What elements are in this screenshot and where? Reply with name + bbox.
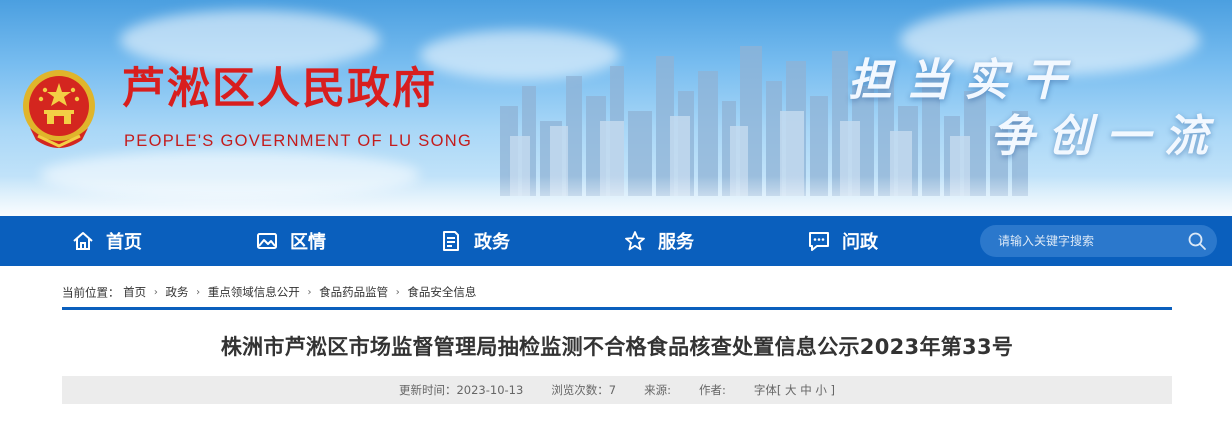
chat-icon [809, 232, 829, 251]
site-subtitle: PEOPLE'S GOVERNMENT OF LU SONG [124, 132, 473, 150]
font-size-controls: 字体[ 大 中 小 ] [754, 382, 835, 398]
chevron-right-icon: › [307, 287, 312, 298]
nav-item-district[interactable]: 区情 [256, 216, 326, 266]
author-label: 作者: [699, 383, 726, 397]
chevron-right-icon: › [153, 287, 158, 298]
nav-item-label: 首页 [106, 232, 142, 253]
search-icon[interactable] [1187, 231, 1207, 251]
font-size-large-button[interactable]: 大 [785, 383, 797, 397]
slogan-line-1: 担当实干 [848, 55, 1080, 106]
nav-item-services[interactable]: 服务 [624, 216, 694, 266]
chevron-right-icon: › [196, 287, 201, 298]
home-icon [73, 232, 93, 250]
font-size-medium-button[interactable]: 中 [800, 383, 812, 397]
article-meta-bar: 更新时间：2023-10-13 浏览次数：7 来源: 作者: 字体[ 大 中 小… [62, 376, 1172, 404]
breadcrumb-link-home[interactable]: 首页 [123, 285, 146, 299]
view-count: 浏览次数：7 [551, 383, 617, 397]
nav-item-label: 服务 [658, 232, 694, 253]
slogan-line-2: 争创一流 [990, 111, 1222, 162]
breadcrumb-prefix: 当前位置： [62, 285, 120, 300]
national-emblem-icon [23, 70, 95, 148]
breadcrumb: 当前位置： 首页 › 政务 › 重点领域信息公开 › 食品药品监管 › 食品安全… [62, 284, 476, 301]
river-haze [0, 176, 1232, 216]
nav-item-label: 政务 [474, 232, 510, 253]
site-title: 芦淞区人民政府 [122, 64, 437, 114]
update-time: 更新时间：2023-10-13 [398, 383, 524, 397]
nav-item-label: 问政 [842, 232, 878, 253]
breadcrumb-link-food-drug[interactable]: 食品药品监管 [319, 285, 388, 299]
main-navbar: 首页 区情 政务 服务 问政 [0, 216, 1232, 266]
chevron-right-icon: › [395, 287, 400, 298]
picture-icon [257, 233, 277, 249]
cloud [120, 10, 380, 70]
breadcrumb-link-affairs[interactable]: 政务 [165, 285, 188, 299]
search-box [980, 225, 1217, 257]
nav-item-affairs[interactable]: 政务 [440, 216, 510, 266]
font-size-suffix: ] [830, 383, 836, 397]
font-size-prefix: 字体[ [753, 383, 782, 397]
article-title: 株洲市芦淞区市场监督管理局抽检监测不合格食品核查处置信息公示2023年第33号 [220, 335, 1014, 359]
nav-item-home[interactable]: 首页 [72, 216, 142, 266]
nav-item-label: 区情 [290, 232, 326, 253]
content-divider [62, 307, 1172, 310]
header-banner: 芦淞区人民政府 PEOPLE'S GOVERNMENT OF LU SONG 担… [0, 0, 1232, 216]
breadcrumb-link-key-areas[interactable]: 重点领域信息公开 [208, 285, 300, 299]
nav-item-inquiry[interactable]: 问政 [808, 216, 878, 266]
font-size-small-button[interactable]: 小 [815, 383, 827, 397]
source-label: 来源: [644, 383, 672, 397]
breadcrumb-link-food-safety[interactable]: 食品安全信息 [407, 285, 476, 299]
search-input[interactable] [998, 225, 1178, 257]
document-icon [443, 231, 459, 251]
star-icon [625, 231, 645, 251]
